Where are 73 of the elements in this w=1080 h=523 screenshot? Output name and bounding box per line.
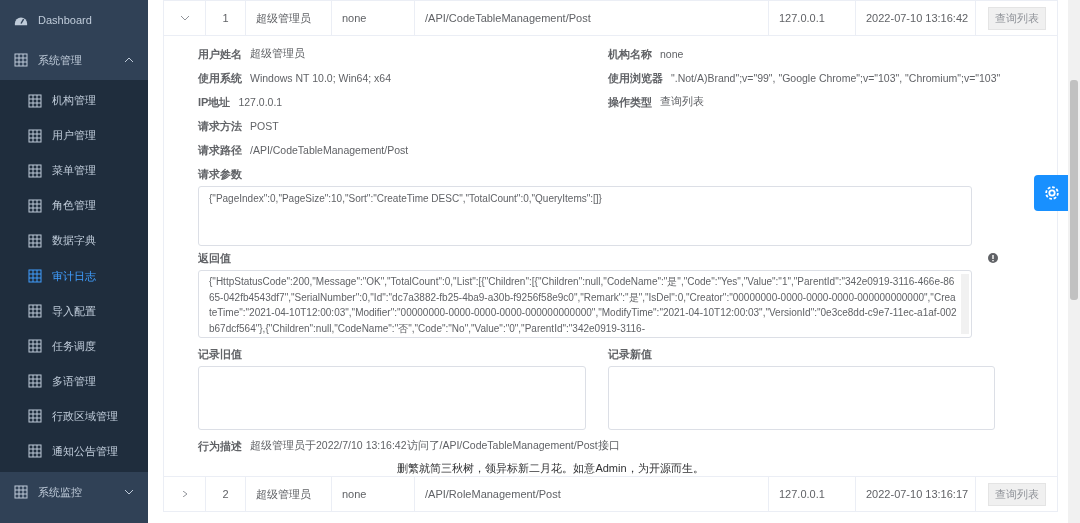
result-field[interactable]: {"HttpStatusCode":200,"Message":"OK","TotalCount":0,"List":[{"Children":[{"Children":null,"CodeName":"是","Code":"Yes","Value":"1","ParentId":"342e0919-3116-466e-8665-042fb4543df7","SerialNumber":0,"Id":"dc7a3882-fb25-4ba9-a30b-f9256f58e9c0","Remark":"是","IsDel":0,"Creator":"00000000-0000-0000-0000-000000000000","CreateTime":"2021-04-10T12:00:03","Modifier":"00000000-0000-0000-0000-000000000000","ModifyTime":"2021-04-10T12:00:03","VersionId":"0e3ce8dd-c9e7-11ec-a1af-002b67dcf564"},{"Children":null,"CodeName":"否","Code":"No","Value":"0","ParentId":"342e0919-3116- <box>198 270 972 338</box>
scrollbar[interactable] <box>1068 0 1080 523</box>
sidebar-group[interactable]: 系统管理 <box>0 40 148 80</box>
sidebar-item[interactable]: 多语管理 <box>0 363 148 399</box>
table-cell: 127.0.0.1 <box>779 12 825 24</box>
caret-icon <box>124 489 134 496</box>
grid-icon <box>28 409 42 424</box>
field-value: 超级管理员 <box>250 47 305 61</box>
field-label: 用户姓名 <box>198 46 242 62</box>
field-value: 127.0.0.1 <box>238 96 283 108</box>
table-cell: 127.0.0.1 <box>779 488 825 500</box>
field-value: POST <box>250 120 279 132</box>
grid-icon <box>28 198 42 213</box>
expand-icon[interactable] <box>179 15 190 21</box>
table-cell: 2022-07-10 13:16:42 <box>866 12 969 24</box>
grid-icon <box>28 304 42 319</box>
sidebar-item[interactable]: 审计日志 <box>0 258 148 294</box>
field-value: none <box>660 48 684 60</box>
grid-icon <box>14 53 28 67</box>
field-label: 返回值 <box>198 250 231 266</box>
field-label: 记录旧值 <box>198 346 242 362</box>
sidebar-item[interactable]: Dashboard <box>0 0 148 40</box>
new-value-field[interactable] <box>608 366 995 430</box>
grid-icon <box>28 339 42 354</box>
field-label: 请求路径 <box>198 142 242 158</box>
grid-icon <box>28 233 42 248</box>
grid-icon <box>28 93 42 108</box>
field-label: 机构名称 <box>608 46 652 62</box>
old-value-field[interactable] <box>198 366 586 430</box>
sidebar-item[interactable]: 用户管理 <box>0 118 148 154</box>
table-cell: none <box>342 12 367 24</box>
sidebar-item[interactable]: 角色管理 <box>0 188 148 224</box>
field-label: 请求方法 <box>198 118 242 134</box>
field-value: ".Not/A)Brand";v="99", "Google Chrome";v="103", "Chromium";v="103" <box>671 72 1001 84</box>
table-cell: 2022-07-10 13:16:17 <box>866 488 969 500</box>
table-cell: 1 <box>222 12 229 24</box>
grid-icon <box>14 485 28 500</box>
grid-icon <box>28 163 42 178</box>
table-cell: 超级管理员 <box>256 486 311 502</box>
table-cell: /API/RoleManagement/Post <box>425 488 561 500</box>
grid-icon <box>28 444 42 459</box>
field-label: 使用浏览器 <box>608 70 663 86</box>
field-value: 查询列表 <box>660 95 704 109</box>
field-label: 行为描述 <box>198 438 242 454</box>
grid-icon <box>28 374 42 389</box>
field-label: IP地址 <box>198 94 231 110</box>
sidebar-item[interactable]: 任务调度 <box>0 328 148 364</box>
params-field[interactable]: {"PageIndex":0,"PageSize":10,"Sort":"CreateTime DESC","TotalCount":0,"QueryItems":[]} <box>198 186 972 246</box>
table-cell: none <box>342 488 367 500</box>
sidebar-item[interactable]: 机构管理 <box>0 83 148 119</box>
field-label: 记录新值 <box>608 346 652 362</box>
sidebar-group[interactable]: 系统监控 <box>0 472 148 513</box>
sidebar-item[interactable]: 菜单管理 <box>0 153 148 189</box>
table-cell: 超级管理员 <box>256 10 311 26</box>
field-value: /API/CodeTableManagement/Post <box>250 144 409 156</box>
table-cell: 2 <box>222 488 229 500</box>
sidebar-item[interactable]: 数据字典 <box>0 223 148 259</box>
table-cell: /API/CodeTableManagement/Post <box>425 12 591 24</box>
field-value: Windows NT 10.0; Win64; x64 <box>250 72 392 84</box>
grid-icon <box>28 128 42 143</box>
field-label: 使用系统 <box>198 70 242 86</box>
field-value: 超级管理员于2022/7/10 13:16:42访问了/API/CodeTableManagement/Post接口 <box>250 439 620 453</box>
sidebar-item[interactable]: 行政区域管理 <box>0 398 148 434</box>
footer-text: 删繁就简三秋树，领异标新二月花。如意Admin，为开源而生。 <box>397 460 704 476</box>
caret-icon <box>124 57 134 63</box>
info-icon <box>988 253 998 263</box>
grid-icon <box>28 269 42 283</box>
field-label: 请求参数 <box>198 166 242 182</box>
settings-button[interactable] <box>1034 175 1070 211</box>
settings-icon <box>1043 184 1061 202</box>
sidebar-item[interactable]: 导入配置 <box>0 293 148 329</box>
sidebar-item[interactable]: 通知公告管理 <box>0 433 148 470</box>
field-label: 操作类型 <box>608 94 652 110</box>
